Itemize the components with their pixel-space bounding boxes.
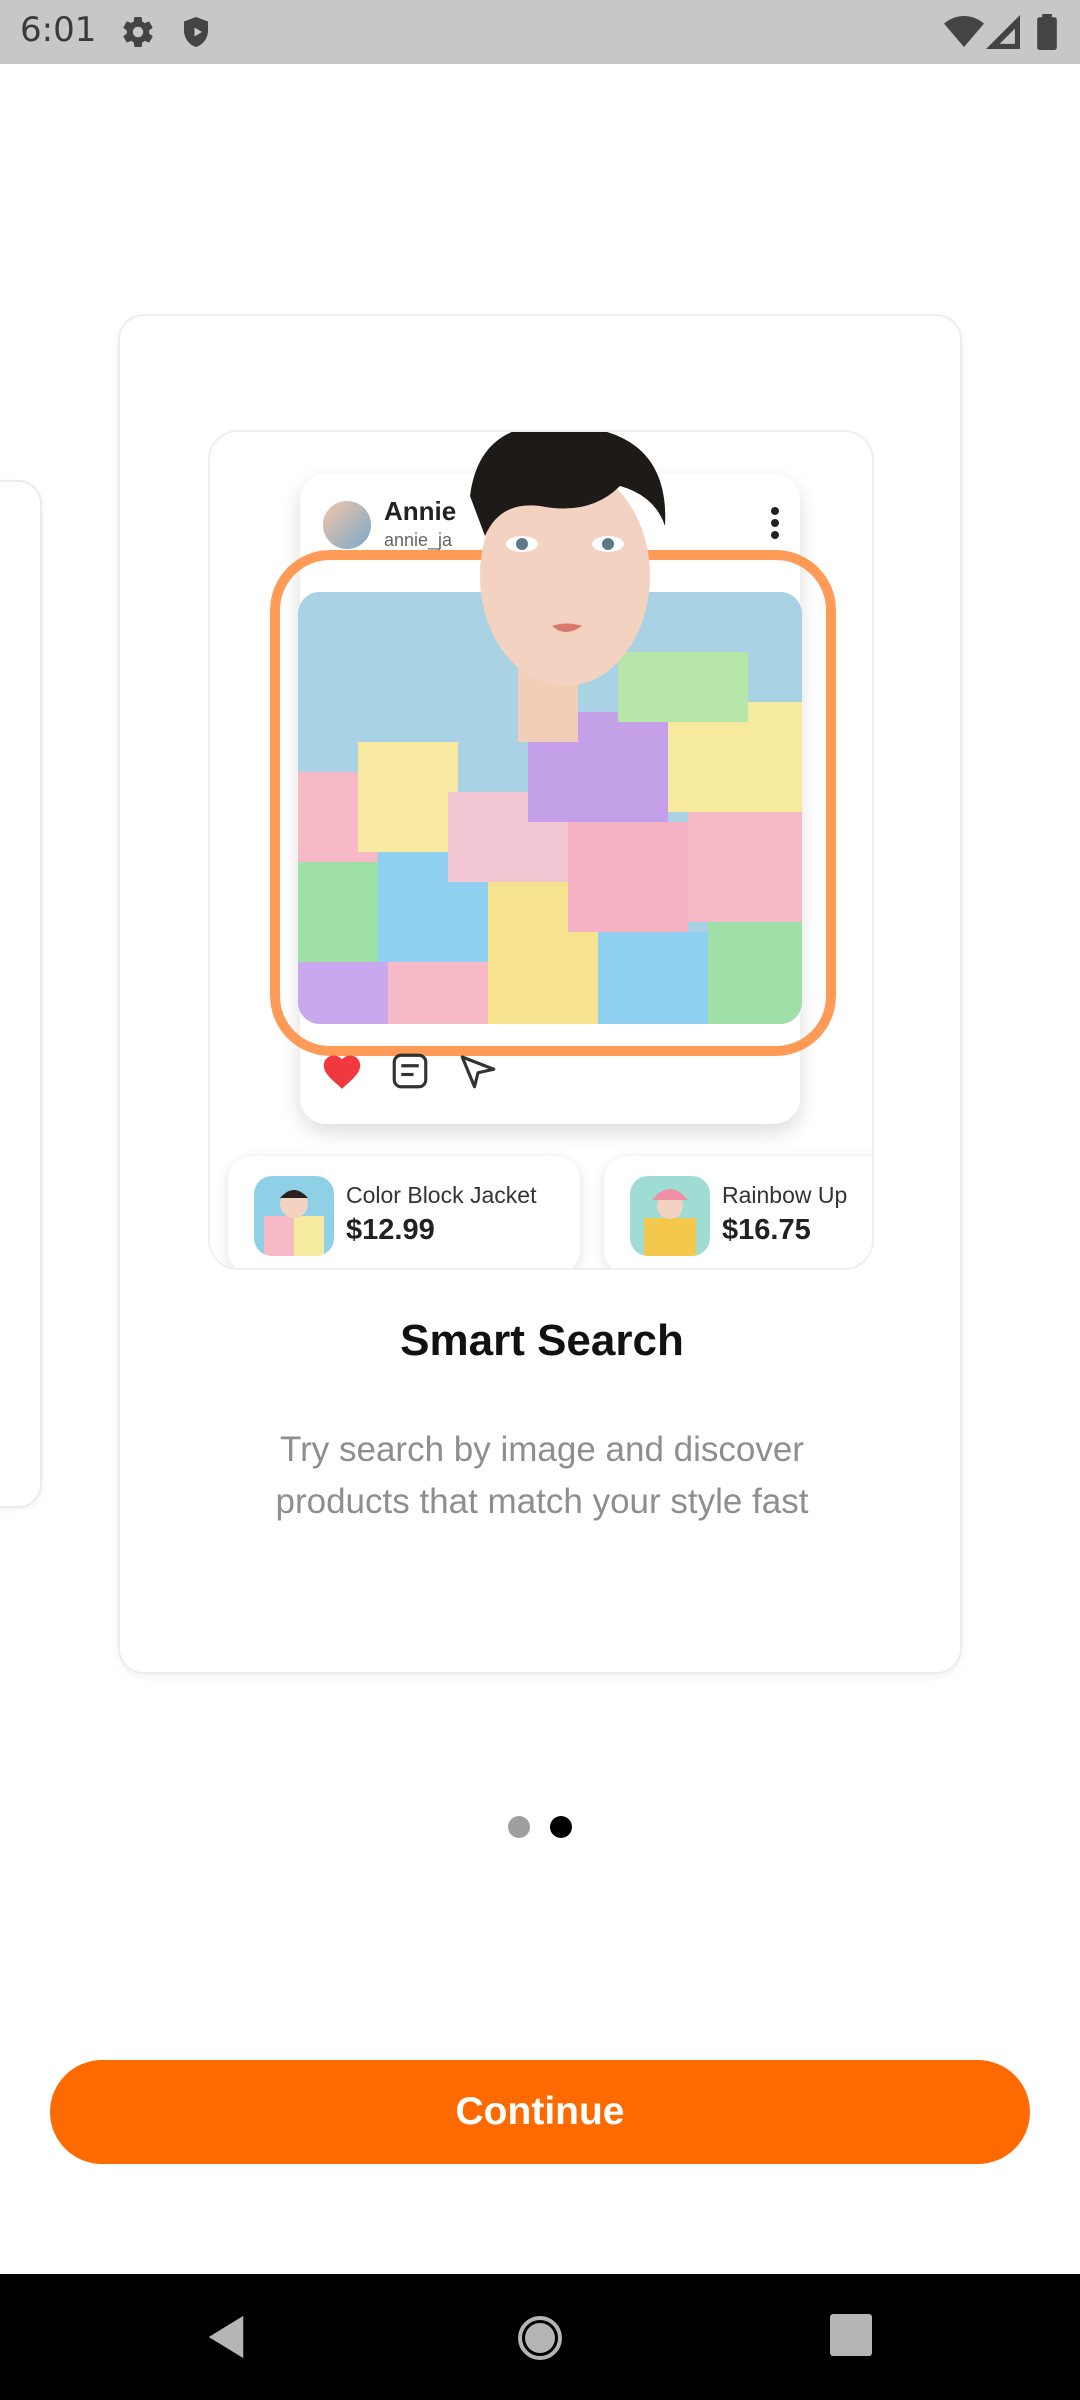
onboarding-card: Annie annie_ja Color Block Jacket $12.99… bbox=[118, 314, 962, 1674]
onboarding-title: Smart Search bbox=[400, 1316, 684, 1365]
smart-search-illustration: Annie annie_ja Color Block Jacket $12.99… bbox=[208, 430, 874, 1270]
status-bar: 6:01 bbox=[0, 0, 1080, 64]
product-price: $12.99 bbox=[346, 1214, 435, 1246]
share-icon[interactable] bbox=[456, 1050, 500, 1097]
wifi-icon bbox=[944, 14, 984, 55]
avatar bbox=[320, 498, 374, 552]
page-dot[interactable] bbox=[508, 1816, 530, 1838]
previous-onboarding-card[interactable] bbox=[0, 480, 42, 1508]
product-chip[interactable]: Color Block Jacket $12.99 bbox=[228, 1156, 580, 1268]
product-chip[interactable]: Rainbow Up $16.75 bbox=[604, 1156, 872, 1268]
home-icon[interactable] bbox=[516, 2314, 564, 2367]
signal-icon bbox=[986, 14, 1020, 55]
gear-icon bbox=[120, 14, 156, 55]
shield-icon bbox=[178, 14, 214, 55]
recents-icon[interactable] bbox=[830, 2314, 872, 2361]
system-nav-bar bbox=[0, 2274, 1080, 2400]
back-icon[interactable] bbox=[204, 2314, 248, 2365]
page-indicator bbox=[0, 1816, 1080, 1840]
continue-button[interactable]: Continue bbox=[50, 2060, 1030, 2164]
model-portrait bbox=[440, 432, 690, 726]
product-name: Rainbow Up bbox=[722, 1182, 848, 1208]
battery-icon bbox=[1036, 14, 1058, 55]
product-thumbnail bbox=[254, 1176, 334, 1256]
comment-icon[interactable] bbox=[388, 1050, 432, 1097]
more-vert-icon bbox=[770, 506, 780, 540]
onboarding-description: Try search by image and discover product… bbox=[275, 1430, 809, 1521]
product-thumbnail bbox=[630, 1176, 710, 1256]
heart-icon[interactable] bbox=[320, 1050, 364, 1095]
status-time: 6:01 bbox=[20, 10, 97, 50]
product-price: $16.75 bbox=[722, 1214, 811, 1246]
product-name: Color Block Jacket bbox=[346, 1182, 537, 1208]
page-dot-active[interactable] bbox=[550, 1816, 572, 1838]
